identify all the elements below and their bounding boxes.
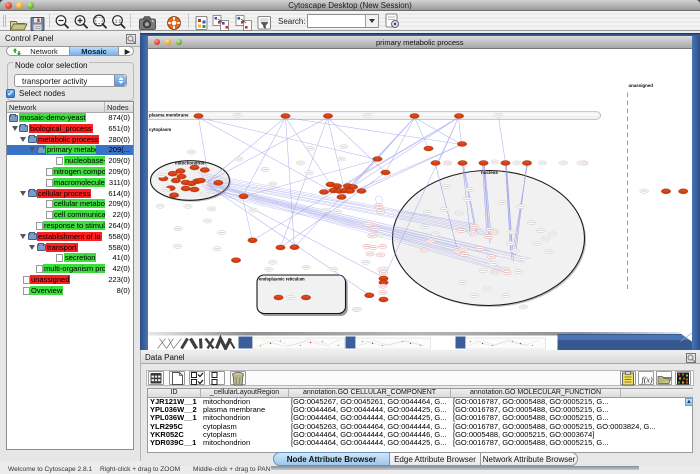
- svg-text:unassigned: unassigned: [628, 83, 653, 88]
- svg-text:1:1: 1:1: [115, 19, 122, 24]
- svg-text:nucleus: nucleus: [481, 170, 499, 175]
- svg-text:mitochondrion: mitochondrion: [175, 160, 206, 165]
- svg-text:plasma membrane: plasma membrane: [149, 113, 189, 118]
- svg-text:endoplasmic reticulum: endoplasmic reticulum: [259, 277, 305, 282]
- svg-text:f(x): f(x): [642, 376, 653, 385]
- svg-text:cytoplasm: cytoplasm: [149, 127, 171, 132]
